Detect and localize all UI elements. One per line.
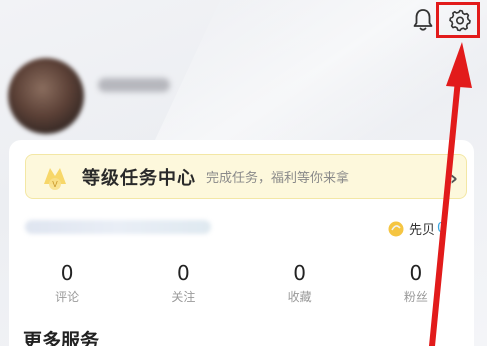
settings-highlight-box bbox=[436, 2, 480, 38]
stat-value: 0 bbox=[293, 261, 306, 285]
stat-label: 评论 bbox=[55, 290, 80, 304]
more-services-title: 更多服务 bbox=[23, 330, 100, 346]
stat-value: 0 bbox=[409, 261, 423, 285]
bell-icon[interactable] bbox=[409, 6, 437, 34]
stat-comments[interactable]: 0 评论 bbox=[9, 260, 125, 305]
chevron-right-icon: › bbox=[449, 166, 458, 190]
level-banner-title: 等级任务中心 bbox=[82, 167, 196, 189]
profile-screen: V 等级任务中心 完成任务，福利等你来拿 › 先贝 0 0 评论 0 关注 0 … bbox=[0, 0, 487, 346]
stat-following[interactable]: 0 关注 bbox=[125, 260, 241, 305]
stat-label: 粉丝 bbox=[403, 290, 428, 304]
stat-value: 0 bbox=[60, 261, 74, 285]
stat-favorites[interactable]: 0 收藏 bbox=[242, 260, 358, 305]
stats-row: 0 评论 0 关注 0 收藏 0 粉丝 bbox=[9, 260, 474, 305]
stat-label: 收藏 bbox=[287, 290, 312, 304]
level-task-center-banner[interactable]: V 等级任务中心 完成任务，福利等你来拿 › bbox=[25, 154, 467, 199]
stat-value: 0 bbox=[177, 261, 190, 285]
svg-text:V: V bbox=[52, 180, 58, 189]
level-banner-subtitle: 完成任务，福利等你来拿 bbox=[206, 171, 350, 186]
profile-card: V 等级任务中心 完成任务，福利等你来拿 › 先贝 0 0 评论 0 关注 0 … bbox=[9, 140, 474, 346]
coin-label: 先贝 bbox=[409, 223, 436, 238]
coin-balance[interactable]: 先贝 0 bbox=[387, 219, 445, 238]
stat-followers[interactable]: 0 粉丝 bbox=[358, 260, 474, 305]
username-blurred bbox=[98, 78, 170, 92]
blurred-info-line bbox=[25, 220, 211, 234]
stat-label: 关注 bbox=[171, 290, 196, 304]
coin-icon bbox=[388, 221, 404, 236]
avatar[interactable] bbox=[8, 58, 84, 134]
coin-value: 0 bbox=[437, 221, 446, 236]
level-badge-icon: V bbox=[38, 160, 72, 194]
